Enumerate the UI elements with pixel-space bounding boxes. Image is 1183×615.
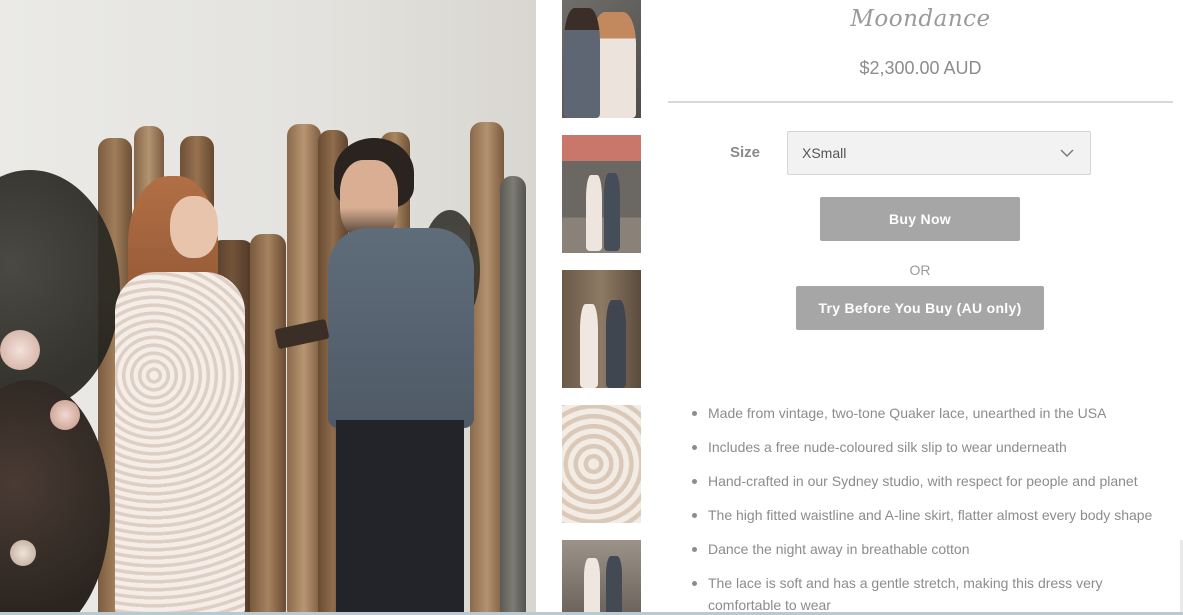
bullet-icon [692,445,697,450]
thumbnail-3[interactable] [562,270,641,388]
size-select[interactable]: XSmall [787,131,1091,175]
feature-text: Includes a free nude-coloured silk slip … [708,439,1067,455]
list-item: Hand-crafted in our Sydney studio, with … [692,470,1178,492]
bullet-icon [692,513,697,518]
size-selected-value: XSmall [802,145,847,161]
thumbnail-4[interactable] [562,405,641,523]
or-separator: OR [909,262,931,278]
thumbnail-2[interactable] [562,135,641,253]
product-title: Moondance [850,6,991,32]
feature-text: Dance the night away in breathable cotto… [708,541,970,557]
photo-groom-trousers [336,420,464,612]
bullet-icon [692,479,697,484]
divider [668,101,1173,103]
photo-flower [50,400,80,430]
photo-bride-face [170,196,218,258]
thumbnail-1[interactable] [562,0,641,118]
list-item: Made from vintage, two-tone Quaker lace,… [692,402,1178,424]
main-product-photo [0,0,536,612]
list-item: The high fitted waistline and A-line ski… [692,504,1178,526]
list-item: The lace is soft and has a gentle stretc… [692,572,1178,615]
photo-groom-shirt [328,228,474,428]
thumbnail-5[interactable] [562,540,641,612]
photo-log [470,122,504,612]
bullet-icon [692,581,697,586]
photo-flower [10,540,36,566]
feature-text: Hand-crafted in our Sydney studio, with … [708,473,1138,489]
bullet-icon [692,411,697,416]
bullet-icon [692,547,697,552]
chevron-down-icon [1060,146,1074,160]
product-price: $2,300.00 AUD [859,58,982,78]
photo-bride-dress [115,272,245,612]
size-label: Size [730,144,761,161]
feature-text: Made from vintage, two-tone Quaker lace,… [708,405,1107,421]
buy-now-button[interactable]: Buy Now [820,197,1020,241]
photo-log [500,176,526,612]
list-item: Dance the night away in breathable cotto… [692,538,1178,560]
photo-log [287,124,321,612]
feature-text: The lace is soft and has a gentle stretc… [708,575,1103,613]
list-item: Includes a free nude-coloured silk slip … [692,436,1178,458]
try-before-you-buy-button[interactable]: Try Before You Buy (AU only) [796,286,1044,330]
photo-flower [0,330,40,370]
photo-log [250,234,286,612]
feature-list: Made from vintage, two-tone Quaker lace,… [692,402,1178,615]
feature-text: The high fitted waistline and A-line ski… [708,507,1153,523]
